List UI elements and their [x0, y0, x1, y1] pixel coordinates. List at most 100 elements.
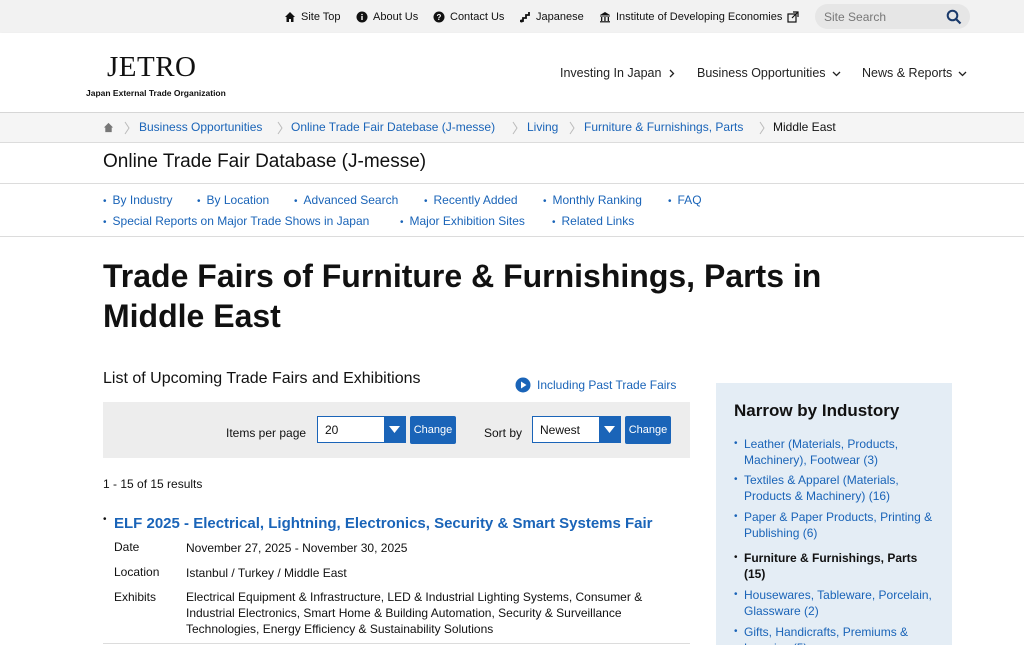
subnav-label: Advanced Search: [303, 193, 399, 207]
subnav-by-industry[interactable]: • By Industry: [103, 193, 173, 207]
sidebar-item-gifts[interactable]: • Gifts, Handicrafts, Premiums & Luxuries…: [734, 624, 939, 645]
sort-by-value: Newest: [540, 423, 581, 437]
chevron-down-icon: [958, 71, 967, 76]
breadcrumb-separator-icon: [759, 121, 765, 135]
subnav-label: Monthly Ranking: [552, 193, 642, 207]
items-per-page-select[interactable]: 20: [317, 416, 406, 443]
bullet-icon: •: [294, 196, 298, 207]
exhibits-value: Electrical Equipment & Infrastructure, L…: [186, 590, 643, 636]
ide-link[interactable]: Institute of Developing Economies: [599, 11, 799, 23]
bullet-icon: •: [734, 438, 738, 449]
subnav-monthly-ranking[interactable]: • Monthly Ranking: [543, 193, 642, 207]
utility-bar: Site Top About Us ? Contact Us Japanese …: [0, 0, 1024, 33]
sort-by-select[interactable]: Newest: [532, 416, 621, 443]
sub-navigation: • By Industry • By Location • Advanced Sear…: [0, 183, 1024, 237]
bullet-icon: •: [103, 514, 107, 525]
subnav-special-reports[interactable]: • Special Reports on Major Trade Shows in…: [103, 214, 369, 228]
info-icon: [356, 11, 368, 23]
language-icon: [520, 12, 530, 23]
dropdown-arrow: [384, 417, 405, 442]
external-link-icon: [787, 11, 799, 23]
subnav-label: Major Exhibition Sites: [409, 214, 525, 228]
sidebar-item-label: Gifts, Handicrafts, Premiums & Luxuries …: [744, 625, 909, 645]
play-circle-icon: [515, 377, 531, 393]
building-icon: [600, 12, 610, 23]
items-per-page-label: Items per page: [226, 426, 307, 440]
breadcrumb-business-opportunities[interactable]: Business Opportunities: [139, 120, 262, 134]
breadcrumb-separator-icon: [124, 121, 130, 135]
contact-us-label: Contact Us: [450, 11, 505, 23]
site-search: [815, 4, 970, 29]
nav-news-reports[interactable]: News & Reports: [862, 66, 967, 80]
sidebar-item-housewares[interactable]: • Housewares, Tableware, Porcelain, Glass…: [734, 587, 939, 619]
chevron-right-icon: [670, 69, 675, 77]
list-heading: List of Upcoming Trade Fairs and Exhibit…: [103, 370, 421, 387]
logo-subtitle: Japan External Trade Organization: [86, 88, 226, 98]
home-icon: [285, 12, 295, 22]
subnav-recently-added[interactable]: • Recently Added: [424, 193, 518, 207]
chevron-down-icon: [604, 426, 615, 433]
bullet-icon: •: [103, 196, 107, 207]
section-title: Online Trade Fair Database (J-messe): [103, 151, 427, 172]
breadcrumb-separator-icon: [277, 121, 283, 135]
filter-bar: Items per page 20 Change Sort by Newest …: [103, 402, 690, 458]
search-icon[interactable]: [946, 9, 962, 25]
bullet-icon: •: [734, 511, 738, 522]
breadcrumb-furniture[interactable]: Furniture & Furnishings, Parts: [584, 120, 743, 134]
sort-change-button[interactable]: Change: [625, 416, 671, 444]
subnav-label: Special Reports on Major Trade Shows in …: [112, 214, 370, 228]
bullet-icon: •: [734, 589, 738, 600]
breadcrumb-j-messe[interactable]: Online Trade Fair Datebase (J-messe): [291, 120, 495, 134]
sidebar-item-paper[interactable]: • Paper & Paper Products, Printing & Publ…: [734, 509, 939, 541]
page-title: Trade Fairs of Furniture & Furnishings, …: [103, 258, 822, 334]
nav-label: Investing In Japan: [560, 66, 662, 80]
sidebar-item-textiles[interactable]: • Textiles & Apparel (Materials, Products…: [734, 472, 939, 504]
subnav-label: By Industry: [112, 193, 173, 207]
site-top-label: Site Top: [301, 11, 341, 23]
bullet-icon: •: [197, 196, 201, 207]
search-input[interactable]: [824, 8, 939, 25]
sidebar-item-label: Textiles & Apparel (Materials, Products …: [744, 473, 899, 503]
sidebar-item-leather[interactable]: • Leather (Materials, Products, Machinery…: [734, 436, 939, 468]
nav-investing-in-japan[interactable]: Investing In Japan: [560, 66, 676, 80]
site-header: JETRO Japan External Trade Organization …: [0, 33, 1024, 113]
sidebar-item-label: Paper & Paper Products, Printing & Publi…: [744, 510, 933, 540]
subnav-label: Recently Added: [433, 193, 518, 207]
date-label: Date: [114, 540, 140, 554]
subnav-advanced-search[interactable]: • Advanced Search: [294, 193, 398, 207]
home-icon[interactable]: [103, 122, 114, 133]
dropdown-arrow: [599, 417, 620, 442]
breadcrumb-living[interactable]: Living: [527, 120, 558, 134]
breadcrumb: Business Opportunities Online Trade Fair…: [0, 113, 1024, 143]
japanese-link[interactable]: Japanese: [519, 11, 584, 23]
sort-by-label: Sort by: [484, 426, 523, 440]
subnav-major-exhibition-sites[interactable]: • Major Exhibition Sites: [400, 214, 525, 228]
items-change-button[interactable]: Change: [410, 416, 456, 444]
chevron-down-icon: [389, 426, 400, 433]
subnav-by-location[interactable]: • By Location: [197, 193, 269, 207]
exhibits-label: Exhibits: [114, 590, 157, 604]
subnav-related-links[interactable]: • Related Links: [552, 214, 634, 228]
including-past-label: Including Past Trade Fairs: [537, 378, 677, 392]
bullet-icon: •: [734, 552, 738, 563]
nav-label: News & Reports: [862, 66, 953, 80]
nav-business-opportunities[interactable]: Business Opportunities: [697, 66, 841, 80]
breadcrumb-separator-icon: [512, 121, 518, 135]
chevron-down-icon: [832, 71, 841, 76]
bullet-icon: •: [668, 196, 672, 207]
sidebar-title: Narrow by Industory: [734, 401, 900, 420]
fair-title-link[interactable]: ELF 2025 - Electrical, Lightning, Electr…: [114, 515, 653, 532]
contact-us-link[interactable]: ? Contact Us: [433, 11, 504, 23]
divider: [103, 643, 690, 644]
bullet-icon: •: [734, 626, 738, 637]
nav-label: Business Opportunities: [697, 66, 826, 80]
sidebar-item-label: Housewares, Tableware, Porcelain, Glassw…: [744, 588, 932, 618]
jetro-logo[interactable]: JETRO: [107, 51, 197, 84]
bullet-icon: •: [734, 474, 738, 485]
subnav-faq[interactable]: • FAQ: [668, 193, 702, 207]
site-top-link[interactable]: Site Top: [284, 11, 341, 23]
about-us-link[interactable]: About Us: [356, 11, 418, 23]
location-value: Istanbul / Turkey / Middle East: [186, 566, 347, 580]
including-past-link[interactable]: Including Past Trade Fairs: [515, 377, 676, 393]
bullet-icon: •: [543, 196, 547, 207]
